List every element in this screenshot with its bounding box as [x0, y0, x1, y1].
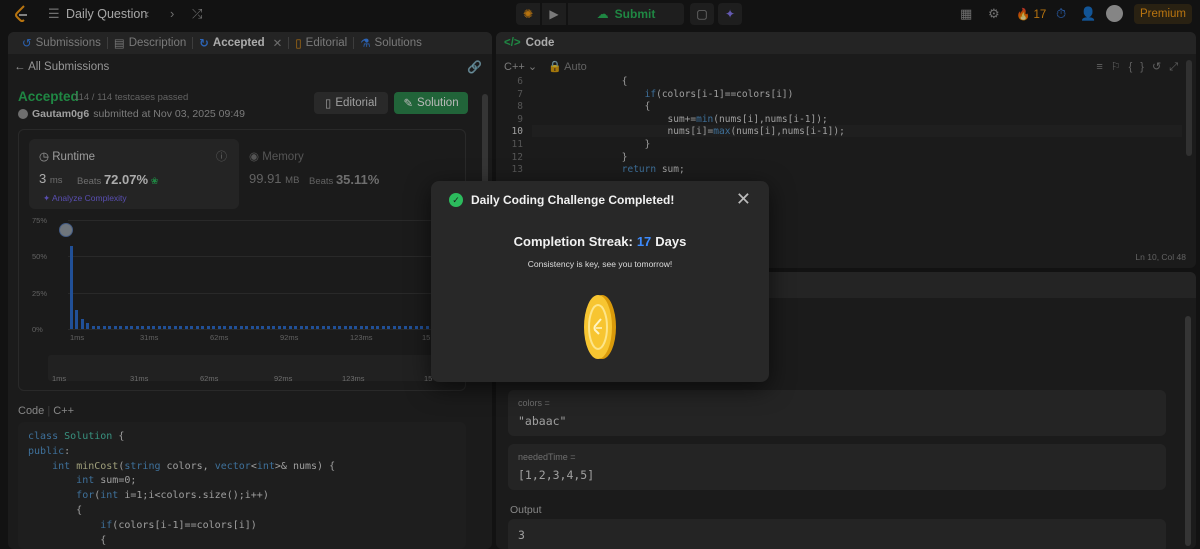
- streak-value: 17: [636, 234, 652, 249]
- close-icon[interactable]: ✕: [736, 189, 751, 209]
- streak-unit: Days: [655, 234, 687, 249]
- completion-streak: Completion Streak: 17 Days: [431, 234, 769, 249]
- check-circle-icon: ✓: [449, 193, 463, 207]
- modal-title: Daily Coding Challenge Completed!: [471, 193, 675, 207]
- coin-icon: [584, 295, 616, 359]
- daily-challenge-modal: ✓ Daily Coding Challenge Completed! ✕ Co…: [431, 181, 769, 382]
- consistency-message: Consistency is key, see you tomorrow!: [527, 259, 673, 269]
- streak-label: Completion Streak:: [513, 234, 633, 249]
